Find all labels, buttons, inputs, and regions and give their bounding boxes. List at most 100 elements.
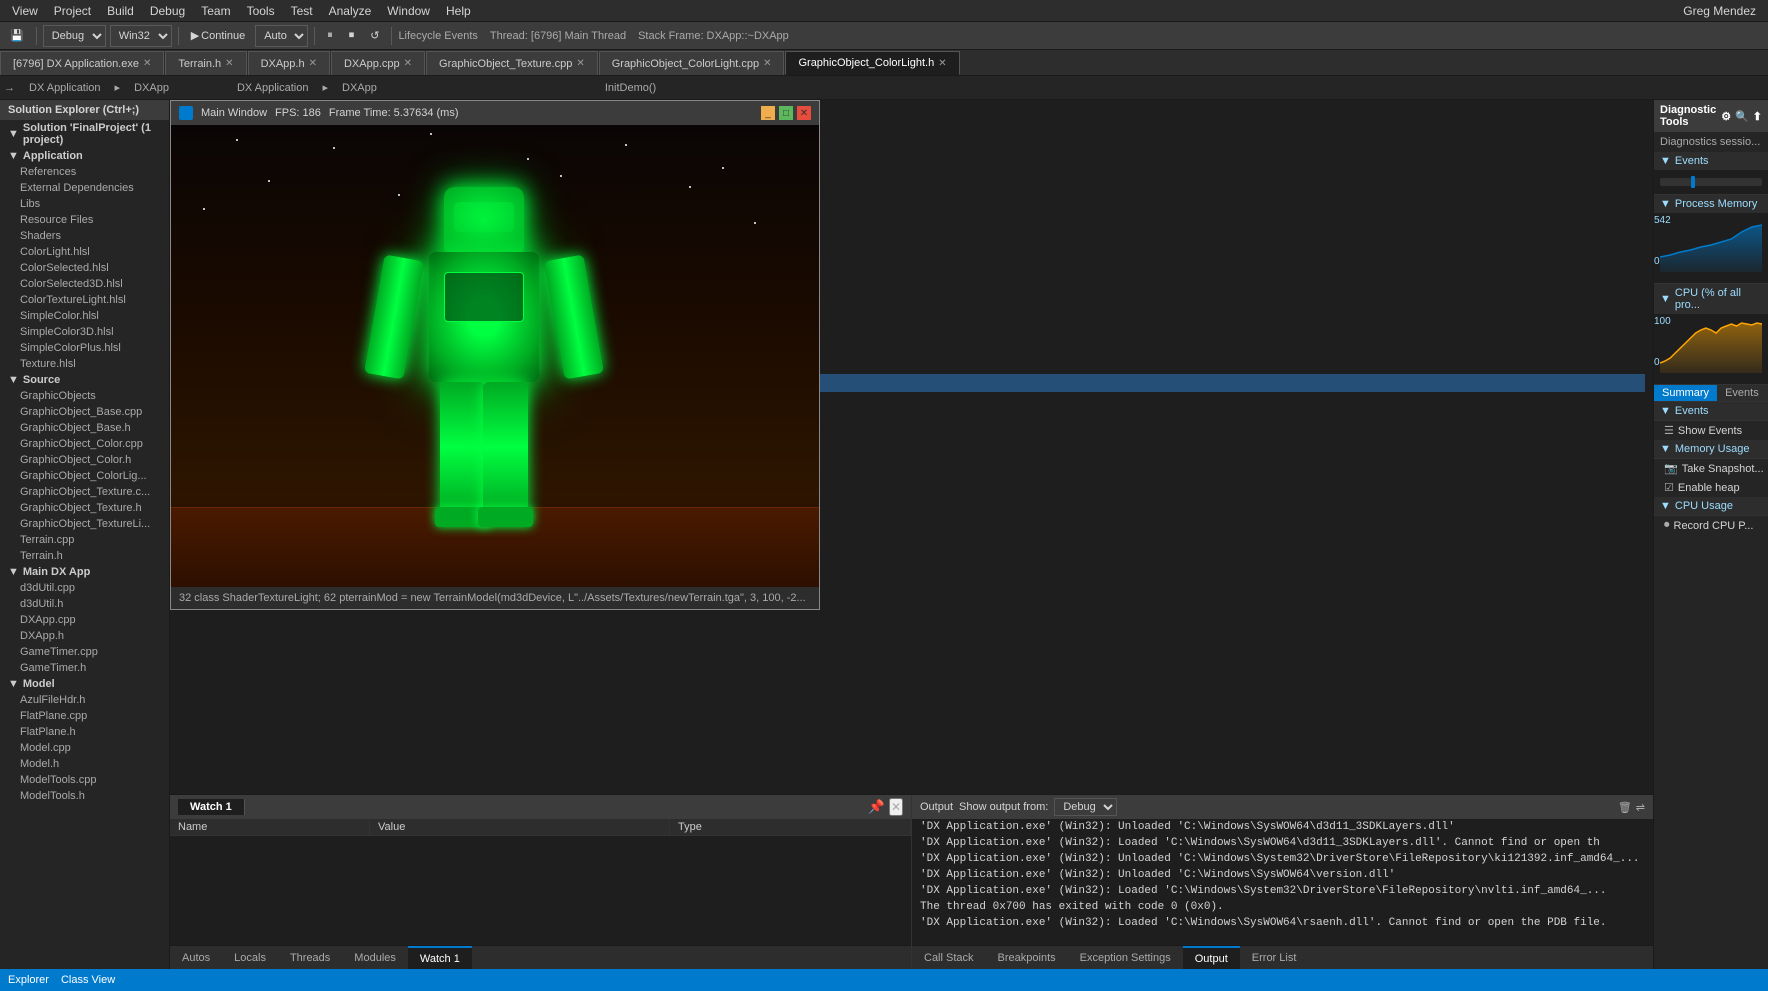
sidebar-simplecolor-hlsl[interactable]: SimpleColor.hlsl	[0, 308, 169, 324]
sidebar-gametimer-h[interactable]: GameTimer.h	[0, 660, 169, 676]
tab-terrain-h-close[interactable]: ✕	[225, 58, 233, 69]
tab-watch1[interactable]: Watch 1	[408, 946, 472, 970]
tab-modules[interactable]: Modules	[342, 946, 408, 970]
pause-btn[interactable]: ⏸	[321, 27, 339, 44]
sidebar-d3dutil-h[interactable]: d3dUtil.h	[0, 596, 169, 612]
sidebar-go-color-cpp[interactable]: GraphicObject_Color.cpp	[0, 436, 169, 452]
diag-events-title[interactable]: ▼ Events	[1654, 152, 1768, 170]
sidebar-simplecolorplus-hlsl[interactable]: SimpleColorPlus.hlsl	[0, 340, 169, 356]
sidebar-texture-hlsl[interactable]: Texture.hlsl	[0, 356, 169, 372]
diag-show-events[interactable]: ☰ Show Events	[1654, 421, 1768, 440]
sidebar-ext-deps[interactable]: External Dependencies	[0, 180, 169, 196]
tab2-dx-app[interactable]: DX Application	[19, 80, 111, 96]
game-window-title[interactable]: Main Window FPS: 186 Frame Time: 5.37634…	[171, 101, 819, 125]
watch-pin-btn[interactable]: 📌	[868, 798, 885, 816]
tab-go-colorlight[interactable]: GraphicObject_ColorLight.cpp ✕	[599, 51, 785, 75]
restart-btn[interactable]: ↺	[364, 27, 385, 44]
maximize-btn[interactable]: □	[779, 106, 793, 120]
continue-btn[interactable]: ▶ Continue	[185, 27, 252, 44]
tab2-initdemo[interactable]: InitDemo()	[595, 80, 666, 96]
sidebar-azulfilehdr-h[interactable]: AzulFileHdr.h	[0, 692, 169, 708]
tab-locals[interactable]: Locals	[222, 946, 278, 970]
output-wrap-btn[interactable]: ⇌	[1636, 801, 1645, 814]
close-btn[interactable]: ✕	[797, 106, 811, 120]
stop-btn[interactable]: ⏹	[343, 27, 361, 44]
watch-close-btn[interactable]: ✕	[889, 798, 903, 816]
watch-tab[interactable]: Watch 1	[178, 799, 245, 815]
sidebar-go-textureli[interactable]: GraphicObject_TextureLi...	[0, 516, 169, 532]
sidebar-terrain-h[interactable]: Terrain.h	[0, 548, 169, 564]
sidebar-main-section[interactable]: ▼ Main DX App	[0, 564, 169, 580]
sidebar-dxapp-cpp[interactable]: DXApp.cpp	[0, 612, 169, 628]
tab-process[interactable]: [6796] DX Application.exe ✕	[0, 51, 164, 75]
sidebar-go-texture-c[interactable]: GraphicObject_Texture.c...	[0, 484, 169, 500]
minimize-btn[interactable]: _	[761, 106, 775, 120]
sidebar-colortexturelight-hlsl[interactable]: ColorTextureLight.hlsl	[0, 292, 169, 308]
platform-dropdown[interactable]: Win32	[110, 25, 172, 47]
sidebar-terrain-cpp[interactable]: Terrain.cpp	[0, 532, 169, 548]
sidebar-model-h[interactable]: Model.h	[0, 756, 169, 772]
tab-dxapp-h[interactable]: DXApp.h ✕	[248, 51, 330, 75]
menu-window[interactable]: Window	[379, 2, 438, 20]
sidebar-colorselected-hlsl[interactable]: ColorSelected.hlsl	[0, 260, 169, 276]
tab-dxapp-cpp[interactable]: DXApp.cpp ✕	[331, 51, 425, 75]
menu-project[interactable]: Project	[46, 2, 99, 20]
status-explorer[interactable]: Explorer	[8, 974, 49, 986]
sidebar-gametimer-cpp[interactable]: GameTimer.cpp	[0, 644, 169, 660]
sidebar-resource-files[interactable]: Resource Files	[0, 212, 169, 228]
sidebar-colorlight-hlsl[interactable]: ColorLight.hlsl	[0, 244, 169, 260]
diag-memory-usage-title[interactable]: ▼ Memory Usage	[1654, 440, 1768, 458]
menu-team[interactable]: Team	[193, 2, 238, 20]
sidebar-simplecolor3d-hlsl[interactable]: SimpleColor3D.hlsl	[0, 324, 169, 340]
summary-tab[interactable]: Summary	[1654, 385, 1717, 401]
mode-dropdown[interactable]: Auto	[255, 25, 308, 47]
tab-terrain-h[interactable]: Terrain.h ✕	[165, 51, 246, 75]
sidebar-go-color-h[interactable]: GraphicObject_Color.h	[0, 452, 169, 468]
tab2-dx-app2[interactable]: DX Application	[227, 80, 319, 96]
tab-dxapp-h-close[interactable]: ✕	[309, 58, 317, 69]
diag-expand-icon[interactable]: ⬆	[1753, 110, 1762, 123]
tab2-dxapp2[interactable]: DXApp	[332, 80, 387, 96]
sidebar-source-section[interactable]: ▼ Source	[0, 372, 169, 388]
tab-go-colorlight-h[interactable]: GraphicObject_ColorLight.h ✕	[785, 51, 959, 75]
diag-events-sub-title[interactable]: ▼ Events	[1654, 402, 1768, 420]
sidebar-go-base-cpp[interactable]: GraphicObject_Base.cpp	[0, 404, 169, 420]
tab-go-texture[interactable]: GraphicObject_Texture.cpp ✕	[426, 51, 598, 75]
diag-settings-icon[interactable]: ⚙	[1721, 110, 1731, 123]
tab-process-close[interactable]: ✕	[143, 58, 151, 69]
sidebar-dxapp-h[interactable]: DXApp.h	[0, 628, 169, 644]
sidebar-d3dutil-cpp[interactable]: d3dUtil.cpp	[0, 580, 169, 596]
output-clear-btn[interactable]: 🗑	[1618, 801, 1632, 814]
sidebar-flatplane-h[interactable]: FlatPlane.h	[0, 724, 169, 740]
sidebar-colorselected3d-hlsl[interactable]: ColorSelected3D.hlsl	[0, 276, 169, 292]
menu-analyze[interactable]: Analyze	[321, 2, 380, 20]
events-tab[interactable]: Events	[1717, 385, 1767, 401]
tab-error-list[interactable]: Error List	[1240, 946, 1309, 970]
tab2-dxapp[interactable]: DXApp	[124, 80, 179, 96]
menu-debug[interactable]: Debug	[142, 2, 193, 20]
menu-help[interactable]: Help	[438, 2, 479, 20]
tab-call-stack[interactable]: Call Stack	[912, 946, 986, 970]
sidebar-shaders[interactable]: Shaders	[0, 228, 169, 244]
sidebar-modeltools-cpp[interactable]: ModelTools.cpp	[0, 772, 169, 788]
status-classview[interactable]: Class View	[61, 974, 115, 986]
tab-autos[interactable]: Autos	[170, 946, 222, 970]
tab-go-texture-close[interactable]: ✕	[576, 58, 584, 69]
diag-record-cpu[interactable]: ⏺ Record CPU P...	[1654, 516, 1768, 535]
config-dropdown[interactable]: Debug	[43, 25, 106, 47]
diag-cpu-usage-title[interactable]: ▼ CPU Usage	[1654, 497, 1768, 515]
sidebar-model-cpp[interactable]: Model.cpp	[0, 740, 169, 756]
sidebar-project[interactable]: ▼ Solution 'FinalProject' (1 project)	[0, 120, 169, 148]
diag-take-snapshot[interactable]: 📷 Take Snapshot...	[1654, 459, 1768, 478]
sidebar-graphicobjects[interactable]: GraphicObjects	[0, 388, 169, 404]
save-all-btn[interactable]: 💾	[4, 27, 30, 44]
sidebar-go-colorlight[interactable]: GraphicObject_ColorLig...	[0, 468, 169, 484]
sidebar-go-base-h[interactable]: GraphicObject_Base.h	[0, 420, 169, 436]
tab-threads[interactable]: Threads	[278, 946, 342, 970]
menu-view[interactable]: View	[4, 2, 46, 20]
menu-test[interactable]: Test	[283, 2, 321, 20]
menu-tools[interactable]: Tools	[239, 2, 283, 20]
diag-cpu-title[interactable]: ▼ CPU (% of all pro...	[1654, 284, 1768, 314]
tab-dxapp-cpp-close[interactable]: ✕	[404, 58, 412, 69]
diag-enable-heap[interactable]: ☑ Enable heap	[1654, 478, 1768, 497]
